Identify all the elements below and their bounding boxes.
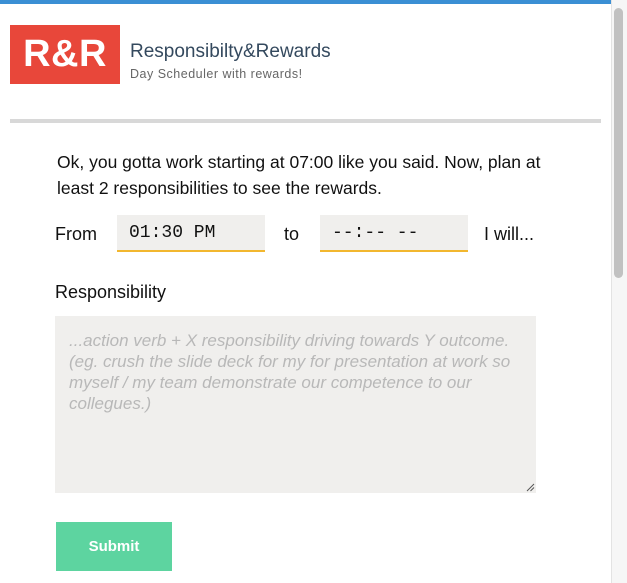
from-time-input[interactable]: 01:30 PM <box>117 215 265 252</box>
app-subtitle: Day Scheduler with rewards! <box>130 67 303 81</box>
app-logo: R&R <box>10 25 120 84</box>
top-accent-bar <box>0 0 611 4</box>
responsibility-textarea[interactable] <box>55 316 536 493</box>
instructions-text: Ok, you gotta work starting at 07:00 lik… <box>57 152 541 198</box>
responsibility-label: Responsibility <box>55 282 167 302</box>
resize-handle-icon[interactable] <box>526 483 535 492</box>
to-label: to <box>284 224 300 244</box>
to-time-input[interactable]: --:-- -- <box>320 215 468 252</box>
submit-button[interactable]: Submit <box>56 522 172 571</box>
from-label: From <box>55 224 97 244</box>
i-will-label: I will... <box>484 224 535 244</box>
header-divider <box>10 119 601 123</box>
scrollbar-thumb[interactable] <box>614 8 623 278</box>
app-title: Responsibilty&Rewards <box>130 41 331 62</box>
